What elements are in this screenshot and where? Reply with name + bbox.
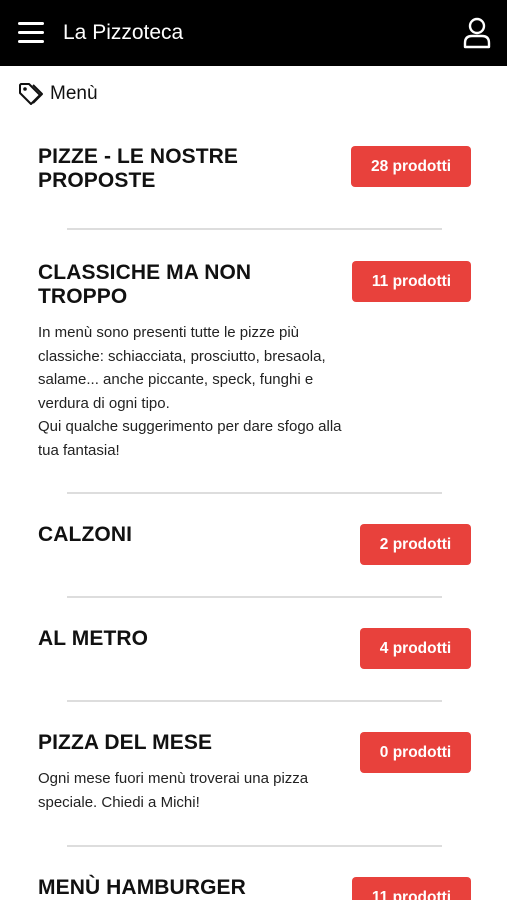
hamburger-icon[interactable]: [18, 22, 44, 44]
category-item[interactable]: CALZONI 2 prodotti: [38, 523, 471, 565]
divider: [67, 845, 442, 847]
category-title: CLASSICHE MA NON TROPPO: [38, 261, 252, 308]
category-item[interactable]: CLASSICHE MA NON TROPPO In menù sono pre…: [38, 261, 471, 463]
app-header: La Pizzoteca: [0, 0, 507, 66]
breadcrumb: Menù: [18, 82, 98, 106]
category-item[interactable]: PIZZA DEL MESE Ogni mese fuori menù trov…: [38, 731, 471, 814]
category-count-button[interactable]: 2 prodotti: [360, 524, 471, 565]
category-description: Ogni mese fuori menù troverai una pizza …: [38, 770, 309, 811]
divider: [67, 492, 442, 494]
divider: [67, 596, 442, 598]
category-count-button[interactable]: 11 prodotti: [352, 877, 471, 900]
category-count-button[interactable]: 0 prodotti: [360, 732, 471, 773]
breadcrumb-label: Menù: [50, 83, 98, 104]
category-item[interactable]: AL METRO 4 prodotti: [38, 627, 471, 669]
category-title: PIZZE - LE NOSTRE PROPOSTE: [38, 145, 239, 192]
category-count-button[interactable]: 28 prodotti: [351, 146, 471, 187]
category-description: In menù sono presenti tutte le pizze più…: [38, 324, 342, 459]
app-title: La Pizzoteca: [63, 21, 184, 44]
divider: [67, 700, 442, 702]
category-item[interactable]: PIZZE - LE NOSTRE PROPOSTE 28 prodotti: [38, 145, 471, 193]
category-item[interactable]: MENÙ HAMBURGER 11 prodotti: [38, 876, 471, 900]
user-icon[interactable]: [463, 17, 491, 49]
category-count-button[interactable]: 4 prodotti: [360, 628, 471, 669]
divider: [67, 228, 442, 230]
category-count-button[interactable]: 11 prodotti: [352, 261, 471, 302]
tag-icon: [19, 83, 43, 105]
